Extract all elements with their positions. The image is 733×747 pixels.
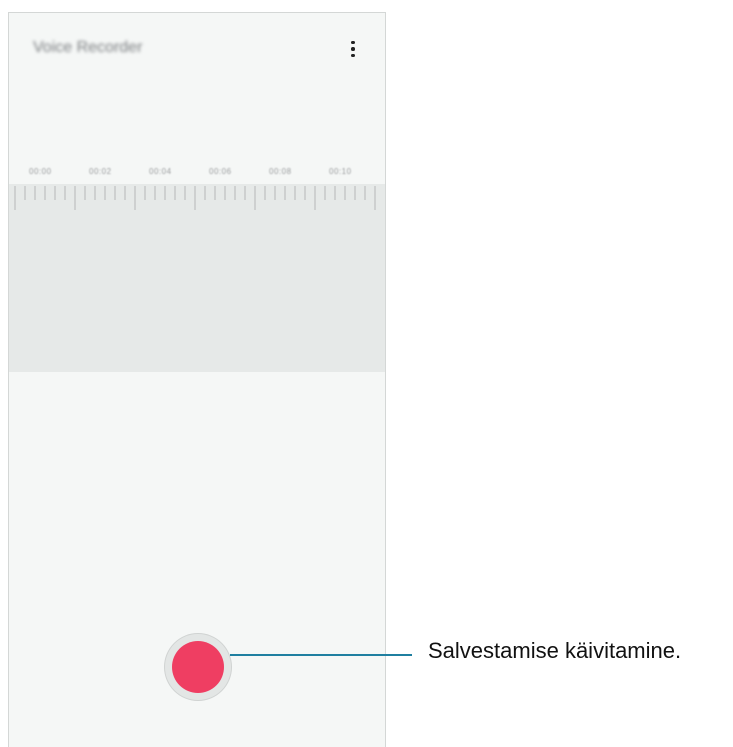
- time-label: 00:00: [29, 167, 52, 176]
- manual-figure: Voice Recorder 00:00 00:02 00:04 00:06 0…: [0, 0, 733, 747]
- time-label: 00:06: [209, 167, 232, 176]
- record-button[interactable]: [165, 634, 231, 700]
- menu-dot: [351, 47, 355, 51]
- app-title: Voice Recorder: [33, 39, 143, 56]
- more-options-icon[interactable]: [341, 33, 365, 65]
- callout-line: [230, 654, 412, 656]
- timeline-ruler: [14, 186, 376, 210]
- voice-recorder-screen: Voice Recorder 00:00 00:02 00:04 00:06 0…: [8, 12, 386, 747]
- time-label: 00:04: [149, 167, 172, 176]
- time-label: 00:08: [269, 167, 292, 176]
- record-circle-icon: [172, 641, 224, 693]
- menu-dot: [351, 53, 355, 58]
- menu-dot: [351, 40, 355, 45]
- time-label: 00:02: [89, 167, 112, 176]
- time-label: 00:10: [329, 167, 352, 176]
- callout-label: Salvestamise käivitamine.: [428, 638, 682, 663]
